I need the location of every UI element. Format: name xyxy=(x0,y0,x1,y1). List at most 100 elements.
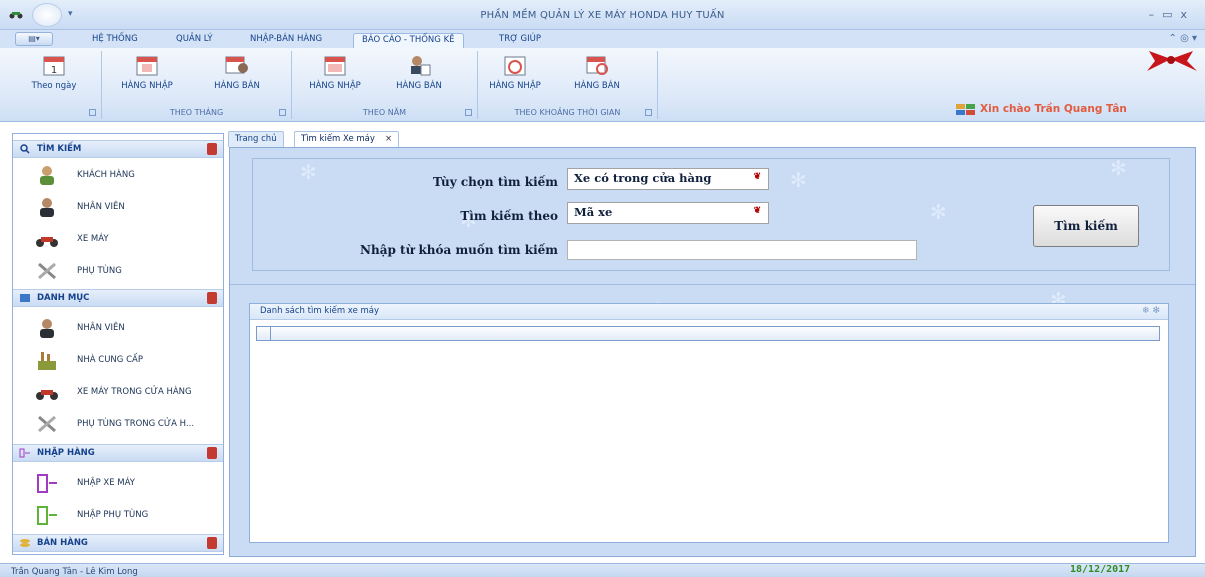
nav-item-label: NHÀ CUNG CẤP xyxy=(77,355,143,365)
application-menu-button[interactable]: ▤▾ xyxy=(15,32,53,46)
clock-calendar-red-icon xyxy=(586,56,608,75)
maximize-icon[interactable]: ▭ xyxy=(1162,8,1180,21)
nav-item-xe-may[interactable]: XE MÁY xyxy=(13,223,223,255)
ribbon-btn-khoang-hang-nhap[interactable]: HÀNG NHẬP xyxy=(484,53,546,91)
nav-group-title: DANH MỤC xyxy=(37,293,90,303)
search-options-box: Tùy chọn tìm kiếm Xe có trong cửa hàng ❦ … xyxy=(252,158,1170,271)
nav-splitter[interactable] xyxy=(225,135,228,555)
status-date: 18/12/2017 xyxy=(1070,564,1131,575)
search-option-label: Tùy chọn tìm kiếm xyxy=(433,175,558,189)
chevron-down-icon[interactable]: ❦ xyxy=(753,172,761,182)
close-tab-icon[interactable]: × xyxy=(385,134,392,144)
navigation-panel: TÌM KIẾM KHÁCH HÀNG NHÂN VIÊN XE MÁY PHỤ… xyxy=(12,133,224,555)
ribbon-btn-label: HÀNG NHẬP xyxy=(309,81,361,91)
nav-item-label: NHÂN VIÊN xyxy=(77,202,125,212)
panel-splitter[interactable] xyxy=(230,284,1195,287)
group-launcher-icon[interactable] xyxy=(465,109,472,116)
collapse-icon[interactable] xyxy=(207,537,217,549)
nav-item-label: KHÁCH HÀNG xyxy=(77,170,135,180)
ribbon-group-ngay: 1 Theo ngày xyxy=(12,51,102,119)
chevron-down-icon[interactable]: ❦ xyxy=(753,206,761,216)
keyword-label: Nhập từ khóa muốn tìm kiếm xyxy=(360,243,558,257)
status-users: Trần Quang Tân - Lê Kim Long xyxy=(11,567,138,577)
person-calendar-icon xyxy=(411,56,431,76)
coins-icon xyxy=(20,539,30,547)
customer-icon xyxy=(40,166,54,185)
tab-bao-cao-thong-ke[interactable]: BÁO CÁO - THỐNG KÊ xyxy=(353,33,464,48)
import-icon xyxy=(19,448,30,458)
nav-item-label: NHÂN VIÊN xyxy=(77,323,125,333)
nav-group-danh-muc[interactable]: DANH MỤC xyxy=(13,289,223,307)
ribbon-btn-label: HÀNG BÁN xyxy=(396,81,442,91)
help-icon[interactable]: ⌃ ◎ ▾ xyxy=(1169,33,1197,44)
tools-icon xyxy=(38,262,56,280)
search-button[interactable]: Tìm kiếm xyxy=(1033,205,1139,247)
nav-item-label: XE MÁY xyxy=(77,234,109,244)
collapse-icon[interactable] xyxy=(207,292,217,304)
nav-item-xe-may-trong-cua-hang[interactable]: XE MÁY TRONG CỬA HÀNG xyxy=(13,376,223,408)
import-door-green-icon xyxy=(37,506,57,525)
ribbon-btn-thang-hang-nhap[interactable]: HÀNG NHẬP xyxy=(116,53,178,91)
collapse-icon[interactable] xyxy=(207,143,217,155)
ribbon-btn-nam-hang-ban[interactable]: HÀNG BÁN xyxy=(388,53,450,91)
greeting-icon xyxy=(956,104,975,115)
nav-group-ban-hang[interactable]: BÁN HÀNG xyxy=(13,534,223,552)
snowflake-icon: ❄ ✻ xyxy=(1142,306,1160,316)
results-caption-text: Danh sách tìm kiếm xe máy xyxy=(260,306,380,316)
group-launcher-icon[interactable] xyxy=(279,109,286,116)
employee-icon xyxy=(40,198,54,217)
nav-item-nhap-xe-may[interactable]: NHẬP XE MÁY xyxy=(13,467,223,499)
nav-item-label: PHỤ TÙNG TRONG CỬA H... xyxy=(77,419,195,429)
nav-item-nhan-vien[interactable]: NHÂN VIÊN xyxy=(13,191,223,223)
grid-header-row[interactable] xyxy=(256,326,1160,341)
nav-item-khach-hang[interactable]: KHÁCH HÀNG xyxy=(13,159,223,191)
grid-row-selector[interactable] xyxy=(257,327,271,340)
status-bar: Trần Quang Tân - Lê Kim Long 18/12/2017 xyxy=(0,563,1205,577)
catalog-icon xyxy=(20,294,30,302)
tab-he-thong[interactable]: HỆ THỐNG xyxy=(84,33,146,48)
nav-item-danh-muc-nhan-vien[interactable]: NHÂN VIÊN xyxy=(13,312,223,344)
ribbon-btn-label: Theo ngày xyxy=(31,81,77,91)
month-calendar-icon xyxy=(136,56,158,76)
ribbon-group-theo-thang: HÀNG NHẬP HÀNG BÁN THEO THÁNG xyxy=(102,51,292,119)
keyword-input[interactable] xyxy=(567,240,917,260)
nav-item-phu-tung[interactable]: PHỤ TÙNG xyxy=(13,255,223,287)
motorbike-icon xyxy=(36,390,58,400)
close-icon[interactable]: x xyxy=(1180,8,1195,21)
window-title: PHẦN MỀM QUẢN LÝ XE MÁY HONDA HUY TUẤN xyxy=(480,10,725,21)
ribbon-btn-thang-hang-ban[interactable]: HÀNG BÁN xyxy=(206,53,268,91)
nav-group-title: NHẬP HÀNG xyxy=(37,448,95,458)
clock-calendar-icon xyxy=(504,56,526,76)
nav-item-nha-cung-cap[interactable]: NHÀ CUNG CẤP xyxy=(13,344,223,376)
search-by-label: Tìm kiếm theo xyxy=(460,209,558,223)
nav-group-title: BÁN HÀNG xyxy=(37,538,88,548)
nav-item-phu-tung-trong-cua-hang[interactable]: PHỤ TÙNG TRONG CỬA H... xyxy=(13,408,223,440)
search-by-select[interactable]: Mã xe ❦ xyxy=(567,202,769,224)
ribbon-btn-theo-ngay[interactable]: 1 Theo ngày xyxy=(24,53,84,91)
tab-quan-ly[interactable]: QUẢN LÝ xyxy=(168,33,221,48)
tools-icon xyxy=(38,415,56,433)
nav-group-tim-kiem[interactable]: TÌM KIẾM xyxy=(13,140,223,158)
nav-group-nhap-hang[interactable]: NHẬP HÀNG xyxy=(13,444,223,462)
nav-group-title: TÌM KIẾM xyxy=(37,144,82,154)
title-bar: ▾ PHẦN MỀM QUẢN LÝ XE MÁY HONDA HUY TUẤN… xyxy=(0,0,1205,30)
minimize-icon[interactable]: – xyxy=(1149,8,1163,21)
group-launcher-icon[interactable] xyxy=(645,109,652,116)
ribbon-btn-nam-hang-nhap[interactable]: HÀNG NHẬP xyxy=(304,53,366,91)
search-option-select[interactable]: Xe có trong cửa hàng ❦ xyxy=(567,168,769,190)
tab-nhap-ban-hang[interactable]: NHẬP-BÁN HÀNG xyxy=(242,33,330,48)
group-launcher-icon[interactable] xyxy=(89,109,96,116)
search-by-value: Mã xe xyxy=(574,205,613,219)
nav-item-nhap-phu-tung[interactable]: NHẬP PHỤ TÙNG xyxy=(13,499,223,531)
tab-trang-chu[interactable]: Trang chủ xyxy=(228,131,284,147)
employee-icon xyxy=(40,319,54,338)
tab-tro-giup[interactable]: TRỢ GIÚP xyxy=(491,33,549,48)
tab-tim-kiem-xe-may[interactable]: Tìm kiếm Xe máy × xyxy=(294,131,400,147)
nav-item-label: PHỤ TÙNG xyxy=(77,266,122,276)
results-caption: Danh sách tìm kiếm xe máy ❄ ✻ xyxy=(250,304,1168,320)
ribbon-group-theo-nam: HÀNG NHẬP HÀNG BÁN THEO NĂM xyxy=(292,51,478,119)
ribbon: 1 Theo ngày HÀNG NHẬP HÀNG BÁN THEO THÁN… xyxy=(0,48,1205,122)
collapse-icon[interactable] xyxy=(207,447,217,459)
ribbon-btn-khoang-hang-ban[interactable]: HÀNG BÁN xyxy=(566,53,628,91)
window-controls: –▭x xyxy=(1149,8,1195,21)
